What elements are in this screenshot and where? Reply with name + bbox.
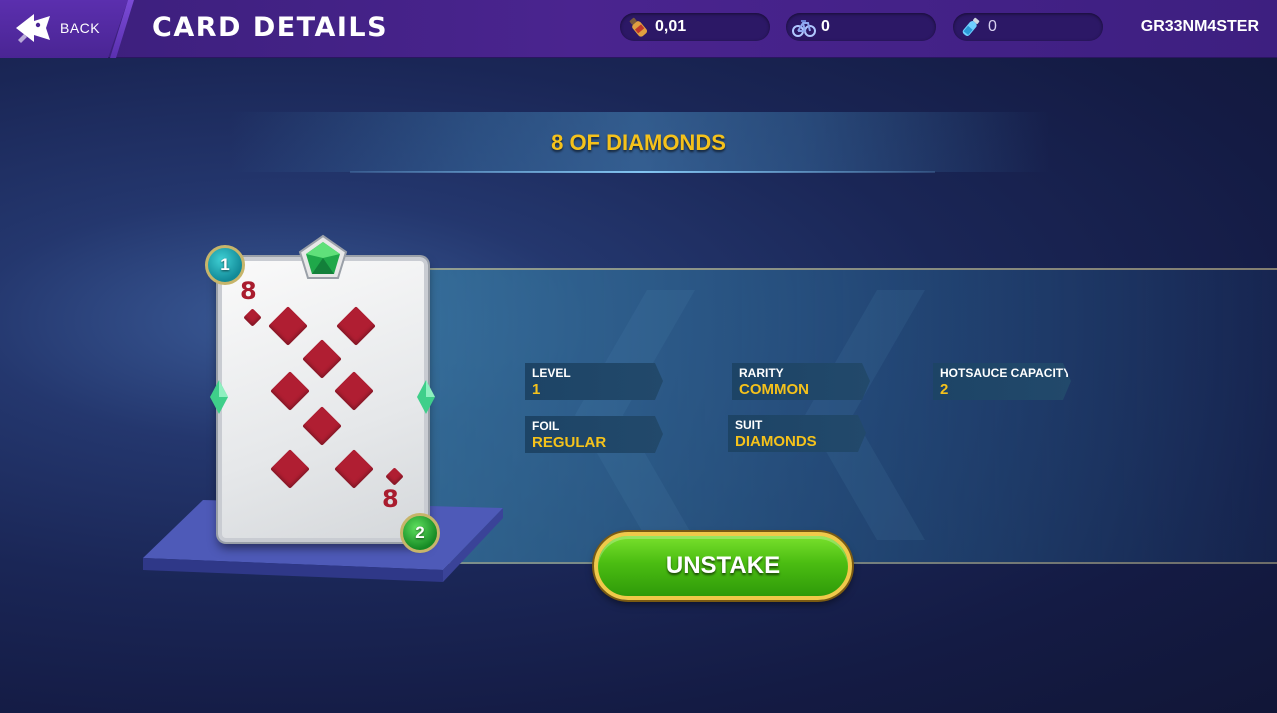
hotsauce-capacity-label: HOTSAUCE CAPACITY <box>940 366 1072 380</box>
details-panel: LEVEL 1 RARITY COMMON HOTSAUCE CAPACITY … <box>425 268 1277 564</box>
card-rank-bottom: 8 <box>382 485 399 513</box>
hotsauce-capacity-value: 2 <box>940 381 949 398</box>
bicycle-icon <box>792 20 816 37</box>
page-title: CARD DETAILS <box>152 12 389 43</box>
hotsauce-capacity-stat: HOTSAUCE CAPACITY 2 <box>933 363 1072 400</box>
level-label: LEVEL <box>532 366 571 380</box>
suit-label: SUIT <box>735 418 763 432</box>
rarity-stat: RARITY COMMON <box>732 363 870 400</box>
level-badge: 1 <box>205 245 245 285</box>
level-stat: LEVEL 1 <box>525 363 663 400</box>
side-gem-icon <box>210 380 228 414</box>
diamond-pip-small <box>243 308 262 327</box>
back-button[interactable]: BACK <box>0 0 128 58</box>
diamond-pip <box>270 449 310 489</box>
hotsauce-value: 0,01 <box>655 18 687 35</box>
emerald-icon <box>298 234 348 279</box>
diamond-pip-small <box>385 467 404 486</box>
diamond-pip <box>336 306 376 346</box>
top-bar: BACK CARD DETAILS 0,01 0 0 GR33NM4STER <box>0 0 1277 58</box>
banner-underline <box>350 171 935 173</box>
card-face: 8 8 <box>218 257 428 542</box>
suit-value: DIAMONDS <box>735 433 817 450</box>
foil-value: REGULAR <box>532 434 607 451</box>
unstake-button[interactable]: UNSTAKE <box>594 532 852 600</box>
username[interactable]: GR33NM4STER <box>1141 18 1259 36</box>
diamond-pip <box>334 449 374 489</box>
diamond-pip <box>302 406 342 446</box>
diamond-pip <box>302 339 342 379</box>
playing-card[interactable]: 8 8 1 2 <box>200 232 450 562</box>
potion-balance[interactable]: 0 <box>953 13 1103 41</box>
diamond-pip <box>334 371 374 411</box>
card-rank-top: 8 <box>240 277 257 305</box>
rarity-label: RARITY <box>739 366 784 380</box>
hotsauce-badge: 2 <box>400 513 440 553</box>
diamond-pip <box>268 306 308 346</box>
back-arrow-icon <box>16 14 50 43</box>
potion-icon <box>962 17 980 37</box>
hotsauce-bottle-icon <box>629 17 648 37</box>
diamond-pip <box>270 371 310 411</box>
back-label: BACK <box>60 20 101 36</box>
panel-decoration <box>575 290 695 540</box>
foil-label: FOIL <box>532 419 560 433</box>
potion-value: 0 <box>988 18 997 35</box>
level-value: 1 <box>532 381 541 398</box>
suit-stat: SUIT DIAMONDS <box>728 415 866 452</box>
card-name: 8 OF DIAMONDS <box>551 130 726 155</box>
hotsauce-balance[interactable]: 0,01 <box>620 13 770 41</box>
rarity-value: COMMON <box>739 381 809 398</box>
bike-balance[interactable]: 0 <box>786 13 936 41</box>
bike-value: 0 <box>821 18 830 35</box>
foil-stat: FOIL REGULAR <box>525 416 663 453</box>
side-gem-icon <box>417 380 435 414</box>
